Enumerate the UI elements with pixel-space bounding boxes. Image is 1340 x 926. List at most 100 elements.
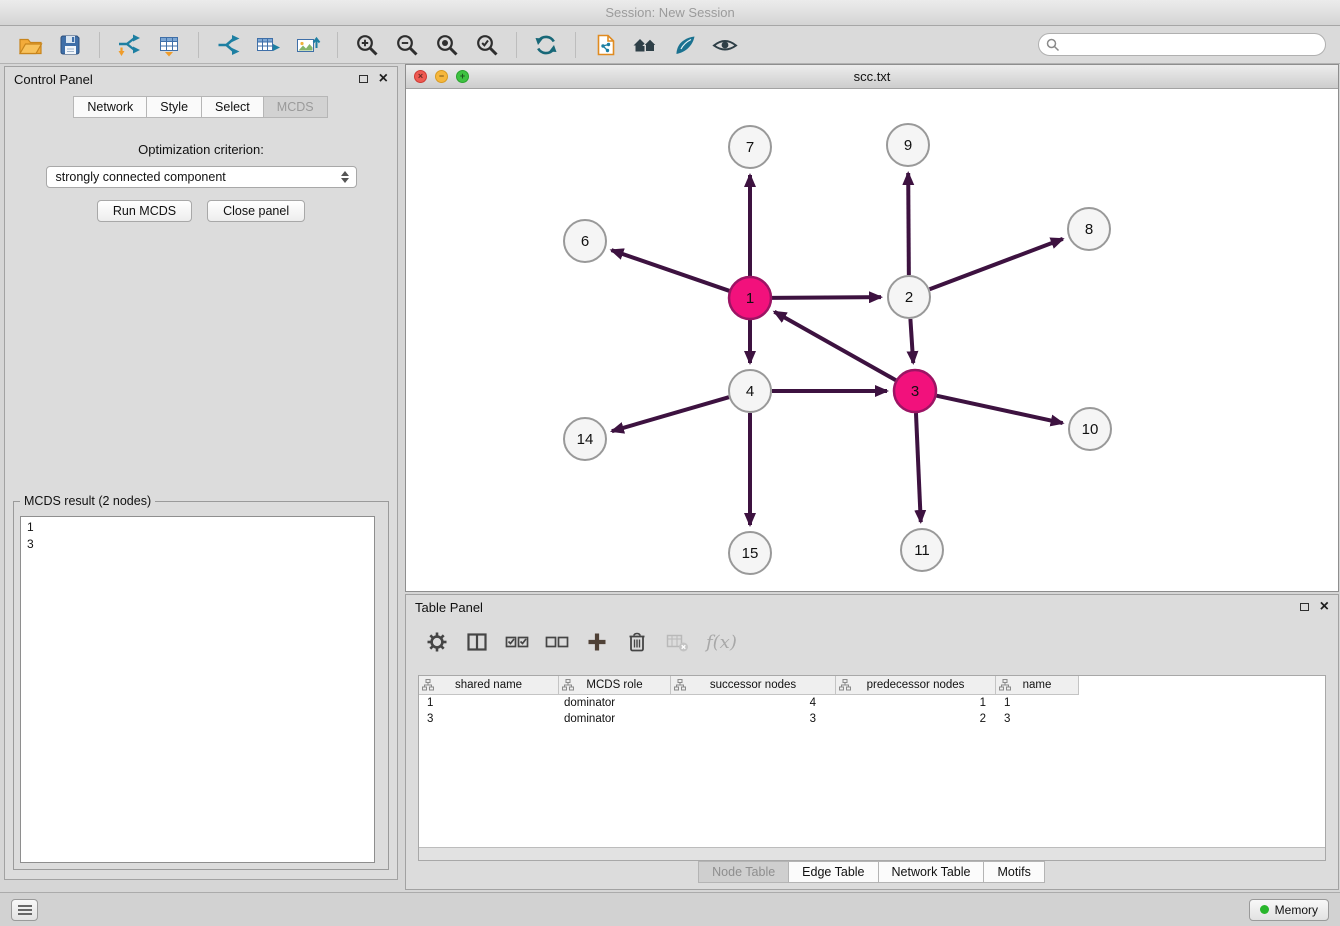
apply-layout-button[interactable]: [529, 29, 563, 61]
trash-icon: [626, 631, 648, 653]
tab-network[interactable]: Network: [73, 96, 147, 118]
tab-style[interactable]: Style: [146, 96, 202, 118]
memory-status-icon: [1260, 905, 1269, 914]
network-graph[interactable]: 7 9 6 8 1 2 4 3 14 10 15 11: [406, 89, 1338, 591]
zoom-out-button[interactable]: [390, 29, 424, 61]
table-panel-header: Table Panel ×: [406, 595, 1338, 619]
add-row-button[interactable]: [584, 629, 610, 655]
node-14[interactable]: 14: [564, 418, 606, 460]
column-header-shared-name[interactable]: shared name: [419, 676, 559, 695]
table-panel-tabs: Node TableEdge TableNetwork TableMotifs: [406, 861, 1338, 883]
zoom-out-icon: [395, 33, 419, 57]
toolbar-separator: [516, 32, 517, 58]
delete-row-button[interactable]: [624, 629, 650, 655]
tab-mcds[interactable]: MCDS: [263, 96, 328, 118]
column-header-MCDS-role[interactable]: MCDS role: [559, 676, 671, 695]
node-label: 11: [914, 542, 930, 559]
network-window-titlebar[interactable]: × − + scc.txt: [406, 65, 1338, 89]
tab-edge-table[interactable]: Edge Table: [788, 861, 878, 883]
table-cell: 2: [836, 711, 996, 727]
table-horizontal-scrollbar[interactable]: [419, 847, 1325, 860]
edge-2-3[interactable]: [910, 319, 913, 363]
table-panel-close-icon[interactable]: ×: [1320, 600, 1329, 614]
task-list-icon: [17, 904, 33, 916]
zoom-fit-icon: [435, 33, 459, 57]
first-neighbors-icon: [632, 33, 658, 57]
node-1[interactable]: 1: [729, 277, 771, 319]
delete-table-button[interactable]: [664, 629, 690, 655]
criterion-dropdown[interactable]: strongly connected component: [46, 166, 357, 188]
edge-2-8[interactable]: [930, 239, 1063, 289]
first-neighbors-button[interactable]: [628, 29, 662, 61]
tab-node-table[interactable]: Node Table: [698, 861, 789, 883]
node-7[interactable]: 7: [729, 126, 771, 168]
node-10[interactable]: 10: [1069, 408, 1111, 450]
edge-3-10[interactable]: [936, 396, 1062, 423]
apply-layout-icon: [534, 33, 558, 57]
new-table-icon: [255, 33, 281, 57]
show-hide-button[interactable]: [708, 29, 742, 61]
table-panel-title: Table Panel: [415, 600, 483, 615]
table-cell: 1: [419, 695, 559, 711]
table-panel-float-icon[interactable]: [1300, 603, 1309, 611]
run-mcds-button[interactable]: Run MCDS: [97, 200, 192, 222]
edge-2-9[interactable]: [908, 173, 909, 275]
import-table-button[interactable]: [152, 29, 186, 61]
function-builder-button[interactable]: f(x): [706, 632, 737, 653]
network-canvas[interactable]: 7 9 6 8 1 2 4 3 14 10 15 11: [406, 89, 1338, 591]
new-table-button[interactable]: [251, 29, 285, 61]
control-panel: Control Panel × NetworkStyleSelectMCDS O…: [4, 66, 398, 880]
node-9[interactable]: 9: [887, 124, 929, 166]
table-row[interactable]: 1dominator411: [419, 695, 1325, 711]
zoom-in-button[interactable]: [350, 29, 384, 61]
select-all-columns-button[interactable]: [504, 629, 530, 655]
mcds-result-list[interactable]: 13: [20, 516, 375, 863]
control-panel-close-icon[interactable]: ×: [379, 72, 388, 86]
node-3[interactable]: 3: [894, 370, 936, 412]
export-image-button[interactable]: [291, 29, 325, 61]
edge-1-6[interactable]: [611, 250, 729, 291]
node-15[interactable]: 15: [729, 532, 771, 574]
save-session-button[interactable]: [53, 29, 87, 61]
split-columns-icon: [466, 631, 488, 653]
node-2[interactable]: 2: [888, 276, 930, 318]
column-header-name[interactable]: name: [996, 676, 1079, 695]
open-session-button[interactable]: [13, 29, 47, 61]
node-label: 15: [742, 545, 759, 562]
new-network-button[interactable]: [211, 29, 245, 61]
search-input[interactable]: [1038, 33, 1326, 56]
edge-3-11[interactable]: [916, 413, 921, 522]
tab-network-table[interactable]: Network Table: [878, 861, 985, 883]
node-4[interactable]: 4: [729, 370, 771, 412]
edge-4-14[interactable]: [612, 397, 729, 431]
apply-style-button[interactable]: [668, 29, 702, 61]
column-header-predecessor-nodes[interactable]: predecessor nodes: [836, 676, 996, 695]
memory-button[interactable]: Memory: [1249, 899, 1329, 921]
column-header-successor-nodes[interactable]: successor nodes: [671, 676, 836, 695]
node-label: 10: [1082, 421, 1099, 438]
edge-1-2[interactable]: [772, 297, 881, 298]
tab-select[interactable]: Select: [201, 96, 264, 118]
control-panel-float-icon[interactable]: [359, 75, 368, 83]
result-line: 3: [27, 536, 368, 553]
app-window: { "window": { "title": "Session: New Ses…: [0, 0, 1340, 926]
edge-3-1[interactable]: [774, 312, 895, 380]
window-titlebar[interactable]: Session: New Session: [0, 0, 1340, 26]
node-8[interactable]: 8: [1068, 208, 1110, 250]
node-11[interactable]: 11: [901, 529, 943, 571]
node-label: 2: [905, 289, 913, 306]
task-history-button[interactable]: [11, 899, 38, 921]
copy-document-button[interactable]: [588, 29, 622, 61]
close-panel-button[interactable]: Close panel: [207, 200, 305, 222]
zoom-fit-button[interactable]: [430, 29, 464, 61]
search-box[interactable]: [1038, 33, 1326, 56]
node-label: 14: [577, 431, 594, 448]
node-6[interactable]: 6: [564, 220, 606, 262]
table-row[interactable]: 3dominator323: [419, 711, 1325, 727]
zoom-selected-button[interactable]: [470, 29, 504, 61]
table-settings-button[interactable]: [424, 629, 450, 655]
import-network-button[interactable]: [112, 29, 146, 61]
show-column-panel-button[interactable]: [464, 629, 490, 655]
tab-motifs[interactable]: Motifs: [983, 861, 1044, 883]
deselect-all-columns-button[interactable]: [544, 629, 570, 655]
